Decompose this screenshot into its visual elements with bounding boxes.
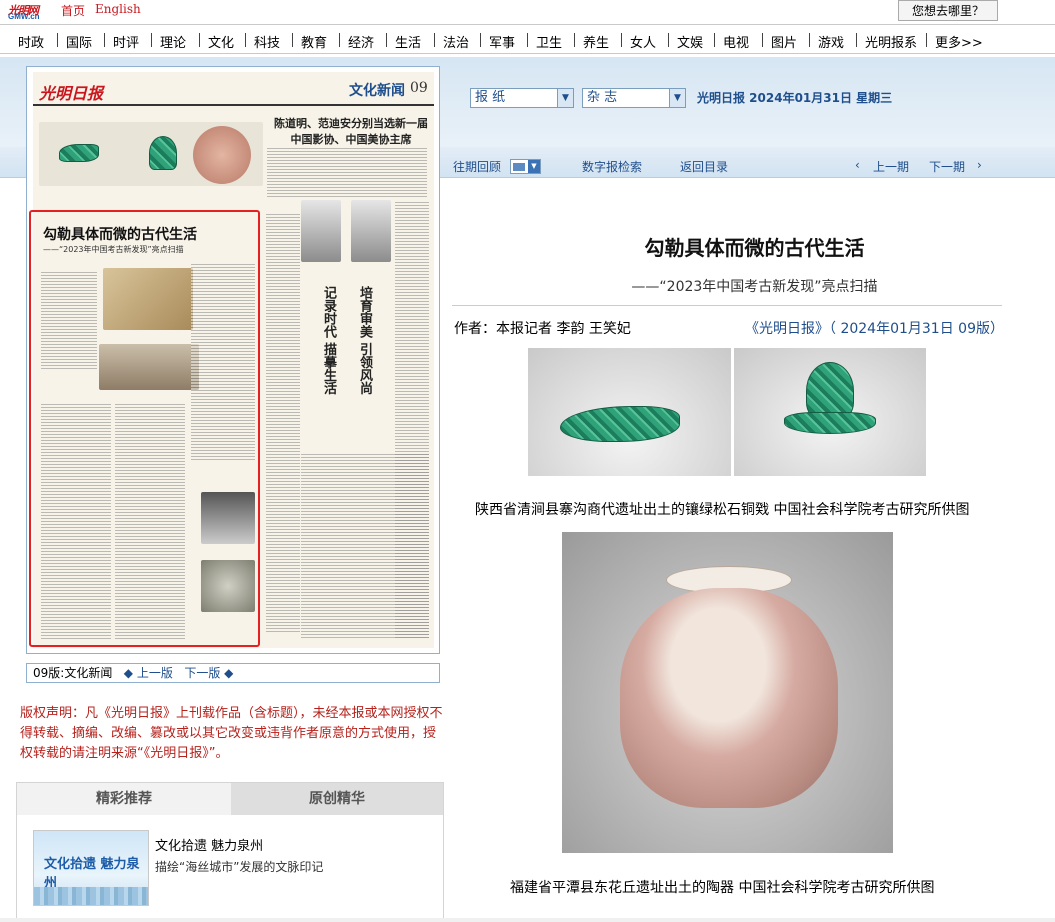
- nav-separator: [926, 33, 927, 47]
- nav-item-3[interactable]: 理论: [160, 32, 186, 51]
- paper-vtitle-2: 培育审美 引领风尚: [357, 286, 372, 395]
- nav-separator: [339, 33, 340, 47]
- english-link[interactable]: English: [95, 2, 141, 16]
- nav-item-5[interactable]: 科技: [254, 32, 280, 51]
- nav-item-0[interactable]: 时政: [18, 32, 44, 51]
- issue-date: 光明日报 2024年01月31日 星期三: [697, 91, 893, 105]
- next-page-link[interactable]: 下一版: [184, 666, 220, 680]
- top-bar: 光明网 GMW.cn 首页 English 您想去哪里？: [0, 0, 1055, 23]
- nav-separator: [434, 33, 435, 47]
- nav-separator: [151, 33, 152, 47]
- nav-separator: [57, 33, 58, 47]
- main-nav: 时政 国际 时评 理论 文化 科技 教育 经济 生活 法治 军事 卫生 养生 女人 文娱 电视 图片 游戏 光明报系…: [0, 24, 1055, 54]
- article-source: 《光明日报》（ 2024年01月31日 09版）: [745, 321, 1004, 337]
- nav-item-19[interactable]: 更多>>: [935, 32, 983, 51]
- nav-item-9[interactable]: 法治: [443, 32, 469, 51]
- nav-item-18[interactable]: 光明报系: [865, 32, 917, 51]
- digital-search-link[interactable]: 数字报检索: [582, 158, 642, 175]
- nav-separator: [292, 33, 293, 47]
- nav-separator: [245, 33, 246, 47]
- nav-separator: [574, 33, 575, 47]
- page-bottom-bar: [0, 918, 1055, 922]
- article-photo-pottery[interactable]: [562, 532, 893, 853]
- article-photo-jade-front[interactable]: [734, 348, 926, 476]
- nav-item-16[interactable]: 图片: [771, 32, 797, 51]
- chevron-down-icon: ▼: [557, 89, 573, 107]
- tab-original[interactable]: 原创精华: [231, 783, 443, 815]
- chevron-left-icon: ‹: [855, 158, 860, 172]
- paper-select[interactable]: 报 纸 ▼: [470, 88, 574, 108]
- copyright-notice: 版权声明：凡《光明日报》上刊载作品（含标题），未经本报或本网授权不得转载、摘编、…: [20, 706, 443, 761]
- nav-separator: [762, 33, 763, 47]
- jade-artifact-side: [560, 406, 680, 442]
- nav-separator: [668, 33, 669, 47]
- recommend-panel: 精彩推荐 原创精华 文化拾遗 魅力泉州 文化拾遗 魅力泉州 描绘“海丝城市”发展…: [16, 782, 444, 922]
- nav-item-10[interactable]: 军事: [489, 32, 515, 51]
- back-to-index-link[interactable]: 返回目录: [680, 158, 728, 175]
- nav-separator: [480, 33, 481, 47]
- current-page-label: 09版:文化新闻: [33, 666, 113, 680]
- arrow-left-icon: ◆: [123, 666, 134, 680]
- calendar-picker[interactable]: ▼: [510, 159, 541, 174]
- paper-photo-jade1: [59, 144, 99, 162]
- nav-separator: [104, 33, 105, 47]
- nav-item-8[interactable]: 生活: [395, 32, 421, 51]
- prev-issue-link[interactable]: 上一期: [873, 158, 909, 175]
- photo-caption-2: 福建省平潭县东花丘遗址出土的陶器 中国社会科学院考古研究所供图: [510, 880, 935, 896]
- site-logo[interactable]: 光明网 GMW.cn: [8, 2, 56, 21]
- nav-item-2[interactable]: 时评: [113, 32, 139, 51]
- recommend-item-desc: 描绘“海丝城市”发展的文脉印记: [155, 860, 324, 874]
- magazine-select[interactable]: 杂 志 ▼: [582, 88, 686, 108]
- nav-item-13[interactable]: 女人: [630, 32, 656, 51]
- arrow-right-icon: ◆: [224, 666, 234, 680]
- city-skyline-graphic: [34, 887, 148, 905]
- past-review-link[interactable]: 往期回顾: [453, 158, 501, 175]
- article-photo-jade-side[interactable]: [528, 348, 731, 476]
- article-subtitle: ——“2023年中国考古新发现”亮点扫描: [631, 279, 878, 295]
- nav-separator: [714, 33, 715, 47]
- recommend-item-title[interactable]: 文化拾遗 魅力泉州: [155, 835, 263, 854]
- paper-photo-jade2: [149, 136, 177, 170]
- nav-item-7[interactable]: 经济: [348, 32, 374, 51]
- recommend-tabs: 精彩推荐 原创精华: [17, 783, 443, 815]
- home-link[interactable]: 首页: [61, 2, 85, 19]
- nav-item-4[interactable]: 文化: [208, 32, 234, 51]
- tab-featured[interactable]: 精彩推荐: [17, 783, 231, 815]
- recommend-thumbnail[interactable]: 文化拾遗 魅力泉州: [33, 830, 149, 906]
- divider: [452, 305, 1002, 306]
- nav-separator: [386, 33, 387, 47]
- paper-vtitle-1: 记录时代 描摹生活: [321, 286, 336, 395]
- nav-item-12[interactable]: 养生: [583, 32, 609, 51]
- nav-separator: [199, 33, 200, 47]
- chevron-right-icon: ›: [977, 158, 982, 172]
- paper-masthead: 光明日报 文化新闻 09: [33, 72, 434, 106]
- nav-item-15[interactable]: 电视: [723, 32, 749, 51]
- nav-item-11[interactable]: 卫生: [536, 32, 562, 51]
- prev-page-link[interactable]: 上一版: [137, 666, 173, 680]
- chevron-down-icon: ▼: [669, 89, 685, 107]
- pottery-body: [620, 588, 838, 808]
- nav-separator: [621, 33, 622, 47]
- nav-item-6[interactable]: 教育: [301, 32, 327, 51]
- chevron-down-icon: ▼: [528, 160, 540, 173]
- article-title-wrap: 勾勒具体而微的古代生活: [0, 232, 1055, 261]
- nav-separator: [856, 33, 857, 47]
- article-highlight-box[interactable]: [29, 210, 260, 647]
- article-title: 勾勒具体而微的古代生活: [644, 236, 865, 260]
- paper-photo-pot: [193, 126, 251, 184]
- article-author: 作者：本报记者 李韵 王笑妃: [454, 321, 631, 337]
- paper-headline: 陈道明、范迪安分别当选新一届中国影协、中国美协主席: [274, 117, 428, 146]
- nav-item-17[interactable]: 游戏: [818, 32, 844, 51]
- where-to-go-button[interactable]: 您想去哪里？: [898, 0, 998, 21]
- nav-item-14[interactable]: 文娱: [677, 32, 703, 51]
- next-issue-link[interactable]: 下一期: [929, 158, 965, 175]
- calendar-icon: [513, 163, 525, 171]
- jade-artifact-wings: [784, 412, 876, 434]
- nav-separator: [809, 33, 810, 47]
- page-navigation-bar: 09版:文化新闻 ◆ 上一版 下一版 ◆: [26, 663, 440, 683]
- photo-caption-1: 陕西省清涧县寨沟商代遗址出土的镶绿松石铜戣 中国社会科学院考古研究所供图: [475, 502, 970, 518]
- nav-item-1[interactable]: 国际: [66, 32, 92, 51]
- nav-separator: [527, 33, 528, 47]
